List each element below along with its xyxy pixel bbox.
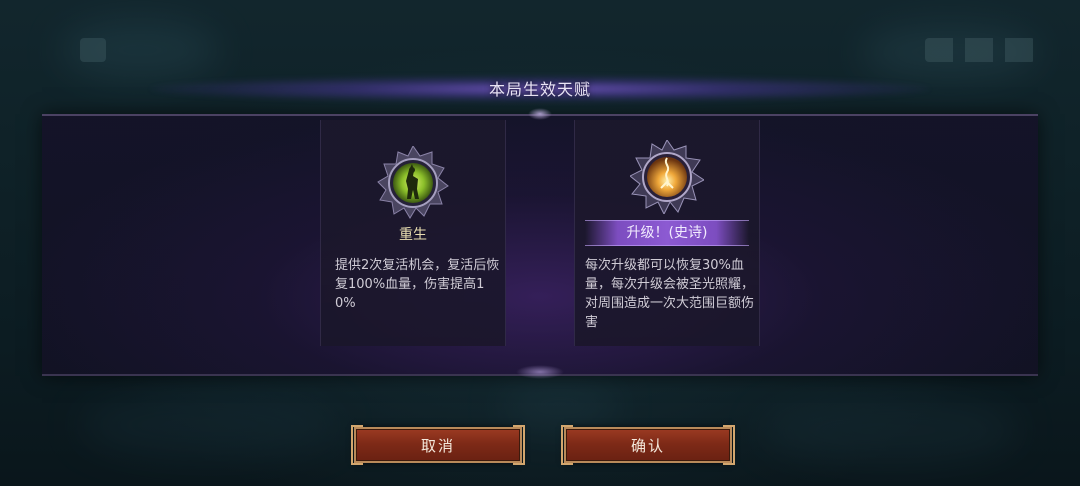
talent-card-level-up[interactable]: 升级！(史诗) 每次升级都可以恢复30%血量，每次升级会被圣光照耀，对周围造成一… [574, 120, 760, 346]
cancel-button[interactable]: 取消 [351, 425, 525, 465]
talent-name: 升级！(史诗) [585, 220, 749, 246]
dialog-title: 本局生效天赋 [488, 80, 591, 99]
level-up-icon [630, 140, 704, 214]
confirm-button[interactable]: 确认 [561, 425, 735, 465]
game-screen: 本局生效天赋 重生 提供2次复活机会，复活后恢复100%血量，伤害提高10% 升… [0, 0, 1080, 486]
talent-description: 每次升级都可以恢复30%血量，每次升级会被圣光照耀，对周围造成一次大范围巨额伤害 [585, 258, 755, 330]
panel-top-ornament [528, 108, 552, 120]
hud-left-blurred [80, 38, 106, 62]
panel-bottom-ornament [516, 365, 564, 379]
talent-panel [42, 114, 1038, 376]
rebirth-icon [376, 146, 450, 220]
background-blur [500, 380, 620, 430]
talent-description: 提供2次复活机会，复活后恢复100%血量，伤害提高10% [335, 258, 500, 311]
talent-name: 重生 [399, 227, 427, 243]
dialog-title-banner: 本局生效天赋 [0, 62, 1080, 114]
talent-card-rebirth[interactable]: 重生 提供2次复活机会，复活后恢复100%血量，伤害提高10% [320, 120, 506, 346]
hud-right-blurred [925, 38, 1035, 62]
background-blur [80, 390, 340, 460]
background-blur [760, 395, 1020, 465]
